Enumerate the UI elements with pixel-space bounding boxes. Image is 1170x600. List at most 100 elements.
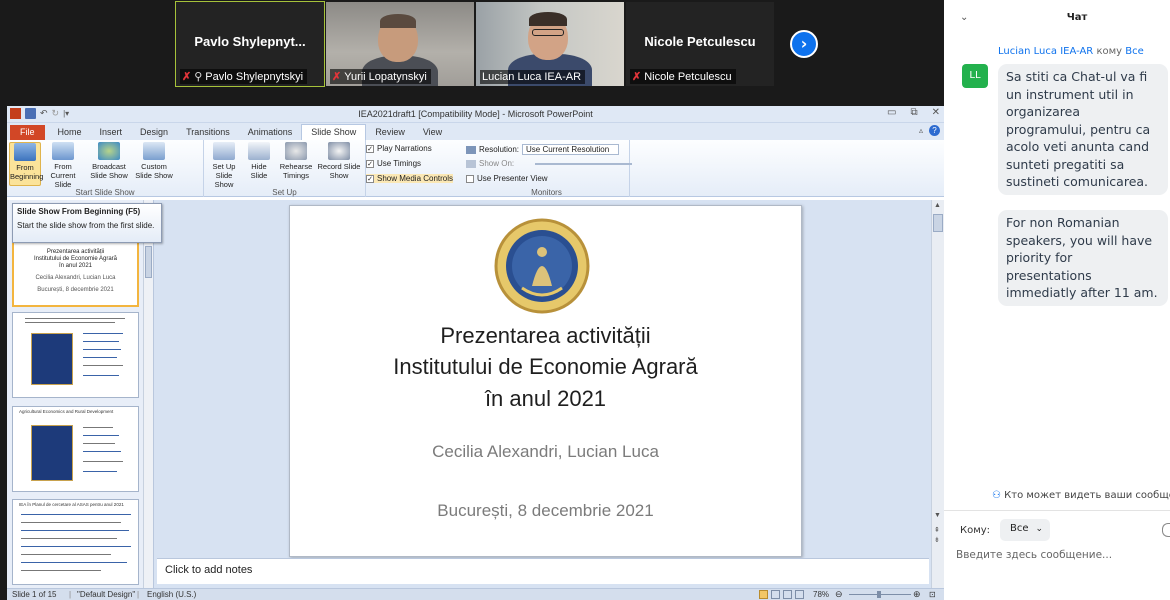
thumbnail-slide-4[interactable]: IEA în Planul de cercetare al ASAS pentr… — [12, 499, 139, 585]
file-icon[interactable] — [1162, 523, 1170, 537]
normal-view-icon[interactable] — [759, 590, 768, 599]
tab-transitions[interactable]: Transitions — [177, 125, 239, 140]
chat-message: For non Romanian speakers, you will have… — [998, 210, 1168, 306]
thumbnail-text: Prezentarea activității Institutului de … — [33, 249, 118, 293]
group-label: Set Up — [272, 188, 297, 197]
video-tile-nicole[interactable]: Nicole Petculescu ✗ Nicole Petculescu — [626, 2, 774, 86]
notes-placeholder: Click to add notes — [165, 564, 253, 576]
video-tile-yurii[interactable]: ✗ Yurii Lopatynskyi — [326, 2, 474, 86]
rehearse-timings-button[interactable]: Rehearse Timings — [278, 142, 314, 180]
show-media-controls-checkbox[interactable]: ✓ Show Media Controls — [366, 174, 454, 183]
set-up-slide-show-button[interactable]: Set Up Slide Show — [206, 142, 242, 189]
hide-slide-icon — [248, 142, 270, 160]
previous-slide-icon[interactable]: ⇞ — [934, 526, 940, 534]
broadcast-slide-show-button[interactable]: Broadcast Slide Show — [87, 142, 131, 180]
tab-insert[interactable]: Insert — [91, 125, 132, 140]
group-label: Monitors — [531, 188, 562, 197]
zoom-out-icon[interactable]: ⊖ — [835, 589, 843, 600]
reading-view-icon[interactable] — [783, 590, 792, 599]
chevron-right-icon[interactable]: › — [790, 30, 818, 58]
chat-header: ⌄ Чат — [944, 0, 1170, 38]
recipient-select[interactable]: Все ⌄ — [1000, 519, 1050, 541]
tab-home[interactable]: Home — [49, 125, 91, 140]
scroll-down-icon[interactable]: ▼ — [934, 512, 941, 519]
who-can-see-notice[interactable]: ⚇ Кто может видеть ваши сообщения — [992, 490, 1170, 501]
play-narrations-checkbox[interactable]: ✓ Play Narrations — [366, 144, 432, 153]
slideshow-view-icon[interactable] — [795, 590, 804, 599]
help-icon[interactable]: ? — [929, 125, 940, 136]
minimize-icon[interactable]: ▭ — [887, 107, 896, 118]
slide-title-line: Institutului de Economie Agrară — [393, 354, 698, 379]
message-sender-line: Lucian Luca IEA-AR кому Все — [998, 46, 1144, 57]
fit-to-window-icon[interactable]: ⊡ — [929, 590, 936, 599]
sender-name[interactable]: Lucian Luca IEA-AR — [998, 46, 1093, 57]
window-title: IEA2021draft1 [Compatibility Mode] - Mic… — [358, 109, 593, 119]
scroll-thumb[interactable] — [933, 214, 943, 232]
tile-name-label: Lucian Luca IEA-AR — [480, 70, 586, 84]
powerpoint-window: ↶ ↻ |▾ IEA2021draft1 [Compatibility Mode… — [7, 106, 944, 600]
tile-name-label: ✗ Yurii Lopatynskyi — [330, 69, 431, 84]
tab-design[interactable]: Design — [131, 125, 177, 140]
slide-title-line: în anul 2021 — [484, 386, 607, 411]
notes-pane[interactable]: Click to add notes — [157, 558, 929, 584]
scroll-up-icon[interactable]: ▲ — [934, 202, 941, 209]
message-input[interactable] — [956, 549, 1166, 561]
from-beginning-button[interactable]: From Beginning — [9, 142, 43, 186]
pin-icon: ⚲ — [194, 71, 203, 83]
monitor-icon — [466, 159, 476, 168]
close-icon[interactable]: ✕ — [932, 107, 940, 118]
custom-slide-show-button[interactable]: Custom Slide Show — [133, 142, 175, 180]
use-timings-checkbox[interactable]: ✓ Use Timings — [366, 159, 421, 168]
tab-animations[interactable]: Animations — [239, 125, 302, 140]
zoom-slider-thumb[interactable] — [877, 591, 881, 598]
tab-review[interactable]: Review — [366, 125, 414, 140]
next-slide-icon[interactable]: ⇟ — [934, 536, 940, 544]
scroll-thumb[interactable] — [145, 246, 152, 278]
institute-seal-logo — [494, 218, 590, 314]
ribbon-tabs: File Home Insert Design Transitions Anim… — [7, 123, 944, 140]
minimize-ribbon-icon[interactable]: ▵ — [919, 126, 923, 135]
slide-sorter-icon[interactable] — [771, 590, 780, 599]
resolution-row: Resolution: Use Current Resolution — [466, 144, 620, 155]
language-indicator[interactable]: English (U.S.) — [147, 590, 196, 599]
slide-scrollbar[interactable]: ▲ ▼ ⇞ ⇟ — [931, 200, 944, 590]
setup-icon — [213, 142, 235, 160]
tab-slide-show[interactable]: Slide Show — [301, 124, 367, 140]
use-presenter-view-checkbox[interactable]: Use Presenter View — [466, 174, 548, 183]
thumbnail-slide-3[interactable]: Agricultural Economics and Rural Develop… — [12, 406, 139, 492]
tooltip-body: Start the slide show from the first slid… — [17, 221, 155, 230]
record-slide-show-button[interactable]: Record Slide Show — [316, 142, 362, 180]
thumbnail-slide-2[interactable] — [12, 312, 139, 398]
recipient-name[interactable]: Все — [1125, 46, 1144, 57]
mic-muted-icon: ✗ — [182, 71, 192, 83]
resolution-dropdown[interactable]: Use Current Resolution — [522, 144, 620, 155]
video-tile-lucian[interactable]: Lucian Luca IEA-AR — [476, 2, 624, 86]
slide-authors: Cecilia Alexandri, Lucian Luca — [432, 442, 659, 461]
show-on-dropdown[interactable] — [535, 162, 633, 165]
tab-view[interactable]: View — [414, 125, 451, 140]
from-current-slide-button[interactable]: From Current Slide — [43, 142, 83, 189]
tile-display-name: Pavlo Shylepnyt... — [194, 34, 306, 49]
tooltip: Slide Show From Beginning (F5) Start the… — [12, 203, 162, 243]
current-slide[interactable]: Prezentarea activității Institutului de … — [289, 205, 802, 557]
chevron-down-icon: ⌄ — [1035, 524, 1044, 534]
restore-icon[interactable]: ⧉ — [910, 107, 917, 118]
monitor-icon — [466, 145, 476, 154]
hide-slide-button[interactable]: Hide Slide — [246, 142, 272, 180]
tab-file[interactable]: File — [10, 125, 45, 140]
divider — [944, 510, 1170, 511]
slide-thumbnails-pane: 1 Prezentarea activității Institutului d… — [7, 200, 154, 590]
person-icon: ⚇ — [992, 490, 1001, 501]
zoom-in-icon[interactable]: ⊕ — [913, 589, 921, 600]
custom-show-icon — [143, 142, 165, 160]
broadcast-icon — [98, 142, 120, 160]
slideshow-icon — [14, 143, 36, 161]
video-tile-pavlo[interactable]: Pavlo Shylepnyt... ✗ ⚲ Pavlo Shylepnytskyi — [175, 1, 325, 87]
chat-title: Чат — [1066, 12, 1088, 23]
zoom-level[interactable]: 78% — [813, 590, 829, 599]
thumbnail-title: Agricultural Economics and Rural Develop… — [19, 409, 114, 414]
slide-place-date: București, 8 decembrie 2021 — [437, 501, 654, 520]
thumbnails-scrollbar[interactable] — [143, 200, 153, 590]
slideshow-icon — [52, 142, 74, 160]
show-on-row: Show On: — [466, 159, 633, 168]
